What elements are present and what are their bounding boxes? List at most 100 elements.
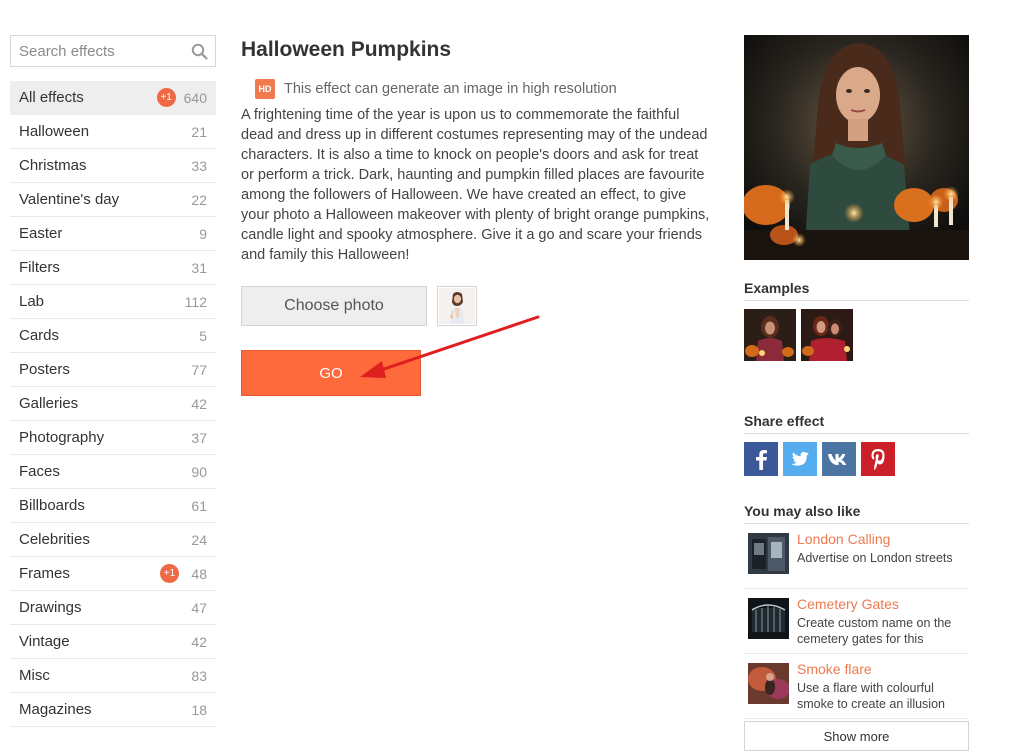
related-effect-thumbnail	[748, 533, 789, 574]
category-label: Celebrities	[19, 531, 90, 548]
pinterest-icon	[871, 449, 885, 471]
related-effect-thumbnail	[748, 663, 789, 704]
related-effect-item[interactable]: Smoke flare Use a flare with colourful s…	[744, 654, 969, 719]
category-item-filters[interactable]: Filters 31	[10, 251, 216, 285]
page-title: Halloween Pumpkins	[241, 38, 452, 61]
related-effect-item[interactable]: Cemetery Gates Create custom name on the…	[744, 589, 969, 654]
category-count: 33	[191, 157, 207, 174]
vk-icon	[828, 454, 847, 465]
share-buttons	[744, 442, 969, 476]
choose-photo-button[interactable]: Choose photo	[241, 286, 427, 326]
category-count: 112	[184, 293, 207, 310]
related-effect-title[interactable]: London Calling	[797, 531, 969, 548]
category-count: 31	[191, 259, 207, 276]
go-button[interactable]: GO	[241, 350, 421, 396]
search-icon[interactable]	[191, 43, 208, 60]
category-item-cards[interactable]: Cards 5	[10, 319, 216, 353]
category-item-billboards[interactable]: Billboards 61	[10, 489, 216, 523]
hd-notice-text: This effect can generate an image in hig…	[284, 81, 617, 97]
selected-photo-thumbnail[interactable]	[437, 286, 477, 326]
category-count: 90	[191, 463, 207, 480]
related-effect-description: Use a flare with colourful smoke to crea…	[797, 681, 945, 711]
category-count: 18	[191, 701, 207, 718]
category-label: All effects	[19, 89, 84, 106]
category-item-christmas[interactable]: Christmas 33	[10, 149, 216, 183]
effect-description: A frightening time of the year is upon u…	[241, 107, 710, 263]
search-input[interactable]	[11, 36, 181, 66]
category-item-frames[interactable]: Frames +1 48	[10, 557, 216, 591]
category-count: 21	[191, 123, 207, 140]
category-count: 5	[199, 327, 207, 344]
show-more-button[interactable]: Show more	[744, 721, 969, 751]
category-label: Christmas	[19, 157, 87, 174]
category-item-easter[interactable]: Easter 9	[10, 217, 216, 251]
category-item-halloween[interactable]: Halloween 21	[10, 115, 216, 149]
category-count: 640	[183, 89, 207, 106]
category-item-drawings[interactable]: Drawings 47	[10, 591, 216, 625]
category-item-lab[interactable]: Lab 112	[10, 285, 216, 319]
share-title: Share effect	[744, 413, 969, 434]
category-count: 61	[191, 497, 207, 514]
category-label: Filters	[19, 259, 60, 276]
category-item-vintage[interactable]: Vintage 42	[10, 625, 216, 659]
category-count: 47	[191, 599, 207, 616]
category-label: Easter	[19, 225, 63, 242]
facebook-share-button[interactable]	[744, 442, 778, 476]
category-item-posters[interactable]: Posters 77	[10, 353, 216, 387]
effect-main-panel: Halloween Pumpkins HD This effect can ge…	[241, 38, 711, 396]
category-item-misc[interactable]: Misc 83	[10, 659, 216, 693]
category-label: Billboards	[19, 497, 85, 514]
related-effect-description: Advertise on London streets	[797, 551, 953, 565]
category-item-photography[interactable]: Photography 37	[10, 421, 216, 455]
category-label: Photography	[19, 429, 105, 446]
examples-list	[744, 309, 969, 361]
category-item-celebrities[interactable]: Celebrities 24	[10, 523, 216, 557]
examples-title: Examples	[744, 280, 969, 301]
category-item-faces[interactable]: Faces 90	[10, 455, 216, 489]
category-count: 48	[191, 565, 207, 582]
category-label: Faces	[19, 463, 60, 480]
example-thumbnail[interactable]	[744, 309, 796, 361]
category-item-all-effects[interactable]: All effects +1 640	[10, 81, 216, 115]
category-count: 77	[191, 361, 207, 378]
category-count: 83	[191, 667, 207, 684]
category-label: Galleries	[19, 395, 79, 412]
hd-badge-icon: HD	[255, 79, 275, 99]
right-column: Examples Share effect You may also like …	[744, 35, 969, 751]
category-label: Valentine's day	[19, 191, 120, 208]
category-count: 22	[191, 191, 207, 208]
related-effect-text: London Calling Advertise on London stree…	[797, 531, 969, 581]
pinterest-share-button[interactable]	[861, 442, 895, 476]
example-thumbnail[interactable]	[801, 309, 853, 361]
related-effect-title[interactable]: Cemetery Gates	[797, 596, 969, 613]
upload-row: Choose photo	[241, 286, 711, 326]
sidebar: All effects +1 640 Halloween 21 Christma…	[10, 35, 216, 727]
related-effect-text: Cemetery Gates Create custom name on the…	[797, 596, 969, 646]
category-item-valentines-day[interactable]: Valentine's day 22	[10, 183, 216, 217]
category-label: Lab	[19, 293, 45, 310]
category-item-magazines[interactable]: Magazines 18	[10, 693, 216, 727]
category-item-galleries[interactable]: Galleries 42	[10, 387, 216, 421]
related-title: You may also like	[744, 503, 969, 524]
category-label: Frames	[19, 565, 70, 582]
related-effect-title[interactable]: Smoke flare	[797, 661, 969, 678]
category-count: 9	[199, 225, 207, 242]
category-count: 42	[191, 633, 207, 650]
vk-share-button[interactable]	[822, 442, 856, 476]
category-label: Misc	[19, 667, 50, 684]
category-label: Magazines	[19, 701, 92, 718]
twitter-share-button[interactable]	[783, 442, 817, 476]
related-effect-item[interactable]: London Calling Advertise on London stree…	[744, 524, 969, 589]
category-label: Posters	[19, 361, 70, 378]
category-label: Vintage	[19, 633, 70, 650]
category-label: Cards	[19, 327, 60, 344]
hd-notice: HD This effect can generate an image in …	[255, 78, 711, 100]
related-effect-description: Create custom name on the cemetery gates…	[797, 616, 952, 646]
facebook-icon	[756, 450, 767, 470]
related-effect-thumbnail	[748, 598, 789, 639]
search-box	[10, 35, 216, 67]
related-effect-text: Smoke flare Use a flare with colourful s…	[797, 661, 969, 711]
category-count: 24	[191, 531, 207, 548]
twitter-icon	[791, 451, 809, 466]
category-label: Drawings	[19, 599, 82, 616]
